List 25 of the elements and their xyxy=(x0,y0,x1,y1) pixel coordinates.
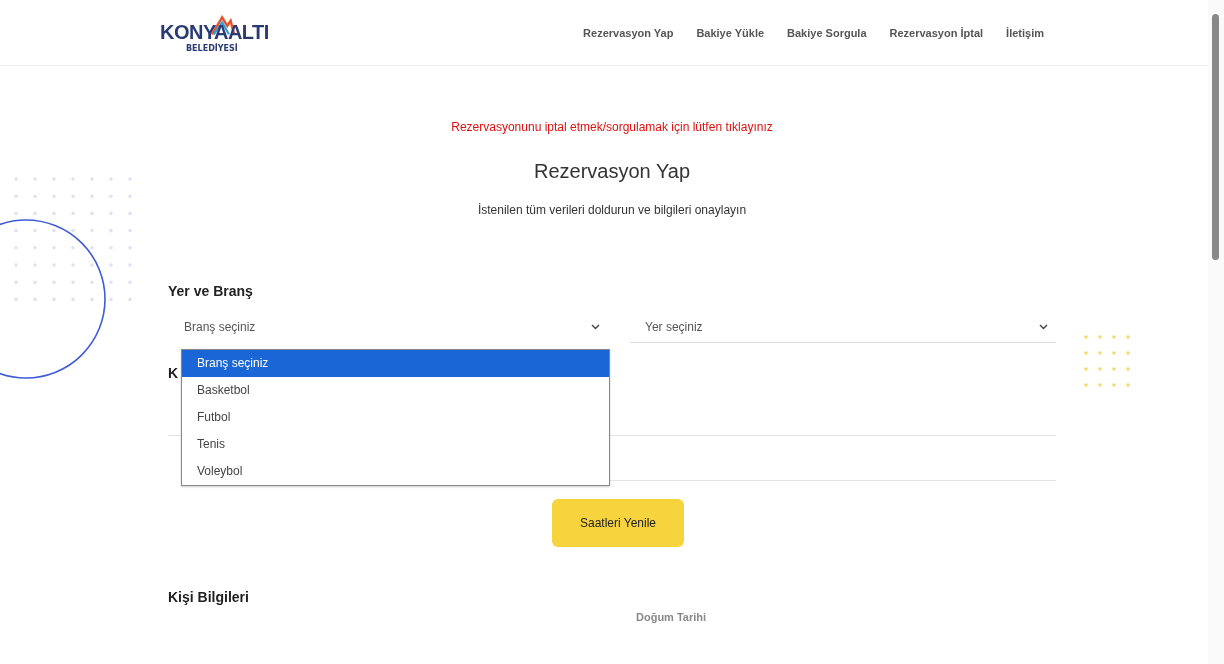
nav-link[interactable]: Rezervasyon Yap xyxy=(583,26,674,39)
dropdown-option[interactable]: Futbol xyxy=(182,404,609,431)
place-select[interactable]: Yer seçiniz xyxy=(630,311,1056,343)
branch-select[interactable]: Branş seçiniz xyxy=(181,311,608,343)
refresh-hours-button[interactable]: Saatleri Yenile xyxy=(552,499,684,547)
section-heading: Kişi Bilgileri xyxy=(168,589,250,605)
scrollbar[interactable] xyxy=(1208,0,1224,664)
nav-link[interactable]: Bakiye Sorgula xyxy=(787,26,867,39)
dropdown-option[interactable]: Tenis xyxy=(182,431,609,458)
nav-link[interactable]: İletişim xyxy=(1006,26,1044,39)
section-heading: K xyxy=(168,365,180,381)
chevron-down-icon xyxy=(1039,323,1048,330)
page-subtitle: İstenilen tüm verileri doldurun ve bilgileri onaylayın xyxy=(477,203,747,217)
dropdown-option[interactable]: Basketbol xyxy=(182,377,609,404)
chevron-down-icon xyxy=(591,324,600,330)
cancel-reservation-link[interactable]: Rezervasyonunu iptal etmek/sorgulamak için lütfen tıklayınız xyxy=(451,120,773,134)
nav-link[interactable]: Rezervasyon İptal xyxy=(889,26,984,39)
konyaalti-logo[interactable]: KONYAALTI BELEDİYESİ xyxy=(160,12,269,53)
nav-link[interactable]: Bakiye Yükle xyxy=(696,26,765,39)
section-heading: Yer ve Branş xyxy=(168,283,254,299)
dropdown-option[interactable]: Branş seçiniz xyxy=(182,350,609,377)
dropdown-option[interactable]: Voleybol xyxy=(182,458,609,485)
page-title: Rezervasyon Yap xyxy=(534,160,690,183)
dot-grid-decoration xyxy=(1082,333,1132,389)
birth-date-label: Doğum Tarihi xyxy=(636,611,707,623)
